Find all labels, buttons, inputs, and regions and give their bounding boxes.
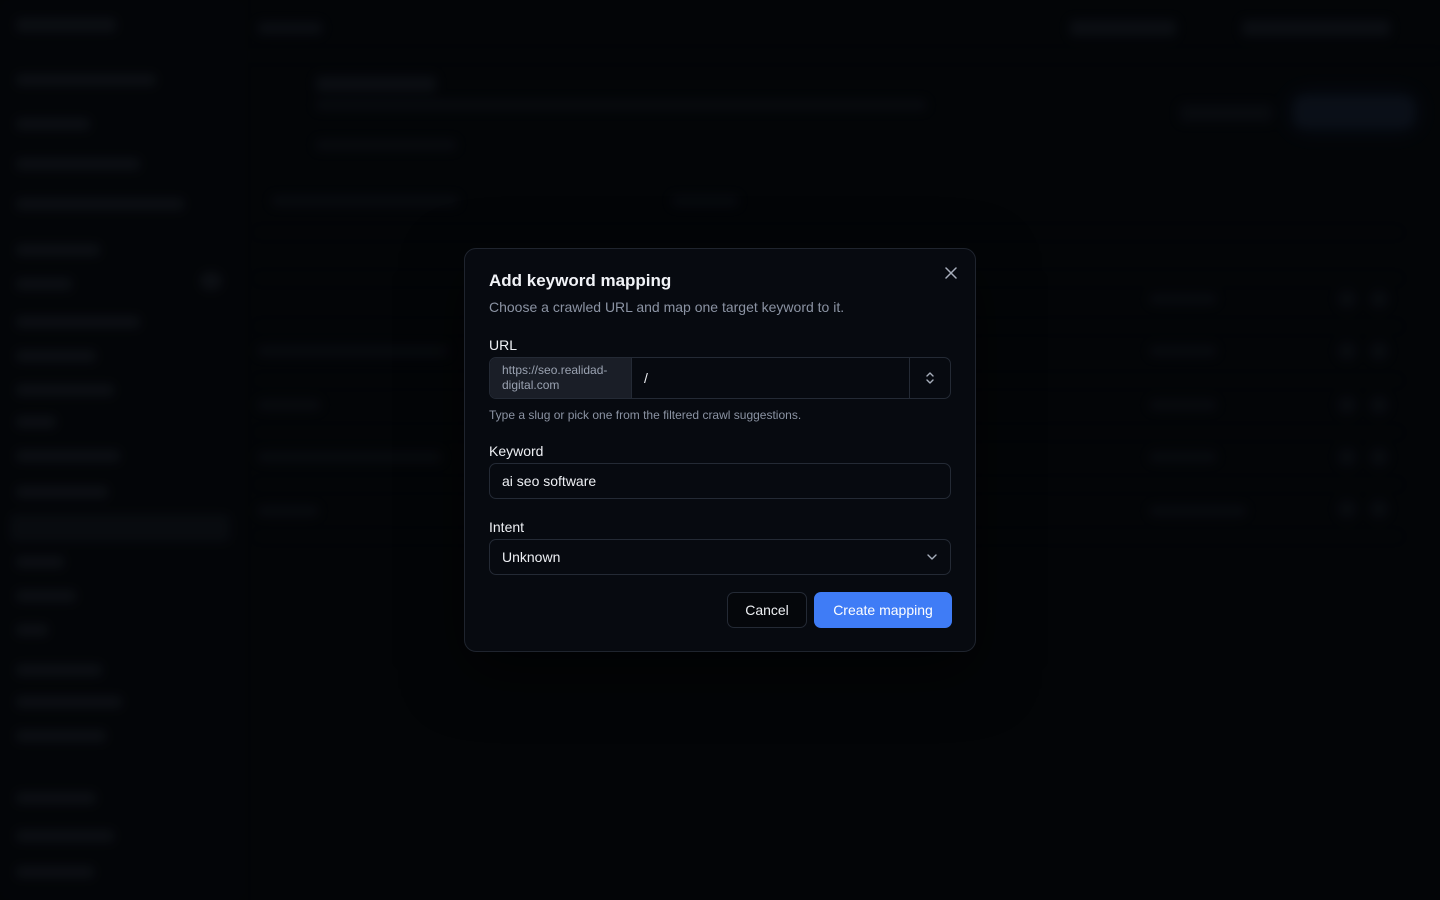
- create-mapping-button[interactable]: Create mapping: [814, 592, 952, 628]
- url-field: https://seo.realidad-digital.com: [489, 357, 951, 399]
- chevron-down-icon: [927, 554, 937, 560]
- intent-select[interactable]: Unknown: [489, 539, 951, 575]
- close-button[interactable]: [941, 263, 961, 283]
- cancel-button[interactable]: Cancel: [727, 592, 807, 628]
- url-suggestions-toggle[interactable]: [909, 358, 950, 398]
- dialog-subtitle: Choose a crawled URL and map one target …: [489, 299, 845, 315]
- intent-label: Intent: [489, 519, 525, 535]
- close-icon: [945, 267, 957, 279]
- add-keyword-mapping-dialog: Add keyword mapping Choose a crawled URL…: [464, 248, 976, 652]
- dialog-title: Add keyword mapping: [489, 271, 672, 290]
- url-hint: Type a slug or pick one from the filtere…: [489, 408, 802, 422]
- chevrons-up-down-icon: [926, 372, 934, 384]
- url-prefix: https://seo.realidad-digital.com: [490, 358, 632, 398]
- url-slug-input[interactable]: [632, 358, 909, 398]
- url-label: URL: [489, 337, 518, 353]
- keyword-label: Keyword: [489, 443, 544, 459]
- keyword-field: [489, 463, 951, 499]
- intent-selected-value: Unknown: [502, 549, 561, 565]
- keyword-input[interactable]: [490, 464, 950, 498]
